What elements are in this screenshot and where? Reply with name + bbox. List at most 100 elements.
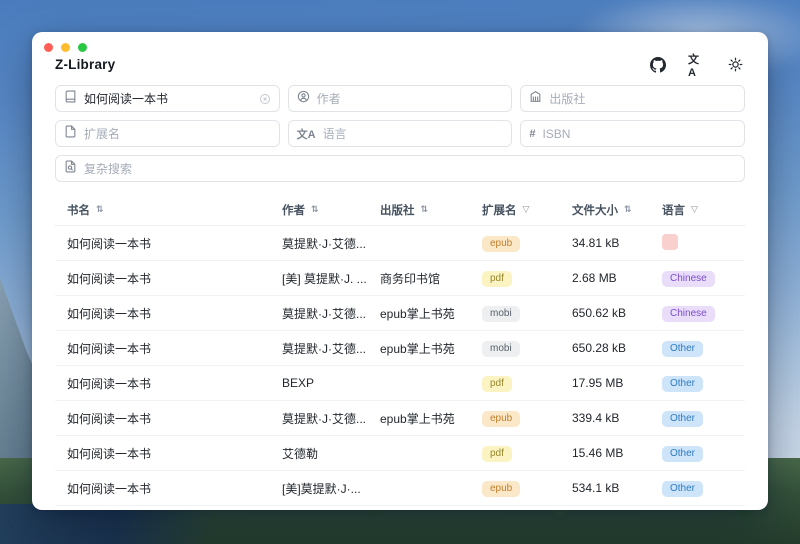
cell-extension: mobi bbox=[470, 305, 560, 322]
cell-filesize: 2.68 MB bbox=[572, 271, 617, 285]
cell-filesize: 17.95 MB bbox=[572, 376, 624, 390]
sort-icon[interactable]: ⇅ bbox=[624, 205, 632, 215]
column-header-extension[interactable]: 扩展名 ▽ bbox=[470, 202, 560, 218]
cell-filesize: 34.81 kB bbox=[572, 236, 620, 250]
cell-extension: pdf bbox=[470, 445, 560, 462]
extension-input[interactable] bbox=[84, 126, 271, 141]
table-row[interactable]: 如何阅读一本书 艾德勒 pdf 15.46 MB Other bbox=[55, 436, 745, 471]
language-badge: Other bbox=[662, 480, 704, 497]
cell-author: 莫提默·J·艾德... bbox=[282, 411, 366, 426]
cell-language: Other bbox=[650, 340, 745, 357]
cell-author: 艾德勒 bbox=[282, 446, 319, 461]
extension-badge: mobi bbox=[482, 340, 520, 357]
lake bbox=[0, 504, 210, 544]
column-header-publisher[interactable]: 出版社 ⇅ bbox=[368, 202, 470, 218]
language-field[interactable]: 文A bbox=[287, 120, 513, 147]
cell-title: 如何阅读一本书 bbox=[67, 446, 152, 461]
extension-badge: epub bbox=[482, 410, 521, 427]
language-badge: Chinese bbox=[662, 305, 715, 322]
extension-badge: mobi bbox=[482, 305, 520, 322]
filter-icon[interactable]: ▽ bbox=[691, 205, 698, 215]
cell-author: [美] 莫提默·J. ... bbox=[282, 271, 367, 286]
cell-filesize: 15.46 MB bbox=[572, 446, 624, 460]
table-row[interactable]: 如何阅读一本书BEXPpdf18.07 MBOther bbox=[55, 506, 745, 510]
github-icon[interactable] bbox=[649, 56, 666, 73]
language-badge: Other bbox=[662, 340, 704, 357]
cell-extension: epub bbox=[470, 235, 560, 252]
extension-field[interactable] bbox=[55, 120, 280, 147]
cell-author: 莫提默·J·艾德... bbox=[282, 306, 366, 321]
author-input[interactable] bbox=[316, 91, 504, 106]
table-row[interactable]: 如何阅读一本书 [美]莫提默·J·... epub 534.1 kB Other bbox=[55, 471, 745, 506]
file-search-icon bbox=[64, 160, 77, 178]
table-row[interactable]: 如何阅读一本书 莫提默·J·艾德... epub掌上书苑 mobi 650.62 kB C… bbox=[55, 296, 745, 331]
book-title-input[interactable] bbox=[84, 91, 252, 106]
language-icon: 文A bbox=[296, 128, 316, 141]
cell-extension: pdf bbox=[470, 270, 560, 287]
column-header-author[interactable]: 作者 ⇅ bbox=[270, 202, 368, 218]
theme-sun-icon[interactable] bbox=[727, 56, 744, 73]
column-header-language[interactable]: 语言 ▽ bbox=[650, 202, 745, 218]
cell-extension: mobi bbox=[470, 340, 560, 357]
cell-filesize: 534.1 kB bbox=[572, 481, 620, 495]
cell-author: BEXP bbox=[282, 376, 315, 390]
table-row[interactable]: 如何阅读一本书 [美] 莫提默·J. ... 商务印书馆 pdf 2.68 MB Chin… bbox=[55, 261, 745, 296]
extension-badge: epub bbox=[482, 480, 521, 497]
table-row[interactable]: 如何阅读一本书 BEXP pdf 17.95 MB Other bbox=[55, 366, 745, 401]
publisher-input[interactable] bbox=[549, 91, 736, 106]
table-row[interactable]: 如何阅读一本书 莫提默·J·艾德... epub掌上书苑 mobi 650.28 kB O… bbox=[55, 331, 745, 366]
language-badge bbox=[662, 233, 678, 250]
sort-icon[interactable]: ⇅ bbox=[421, 205, 429, 215]
book-icon bbox=[64, 90, 77, 108]
table-row[interactable]: 如何阅读一本书 莫提默·J·艾德... epub 34.81 kB bbox=[55, 226, 745, 261]
cell-language: Other bbox=[650, 410, 745, 427]
cell-title: 如何阅读一本书 bbox=[67, 271, 152, 286]
language-badge: Chinese bbox=[662, 270, 715, 287]
translate-icon[interactable]: 文A bbox=[688, 54, 705, 79]
file-icon bbox=[64, 125, 77, 143]
cell-extension: pdf bbox=[470, 375, 560, 392]
complex-search-input[interactable] bbox=[84, 161, 736, 176]
cell-extension: epub bbox=[470, 480, 560, 497]
isbn-input[interactable] bbox=[542, 126, 736, 141]
complex-search-field[interactable] bbox=[55, 155, 745, 182]
publisher-field[interactable] bbox=[520, 85, 745, 112]
sort-icon[interactable]: ⇅ bbox=[96, 205, 104, 215]
cell-author: [美]莫提默·J·... bbox=[282, 481, 361, 496]
author-field[interactable] bbox=[287, 85, 513, 112]
building-icon bbox=[529, 90, 542, 108]
extension-badge: pdf bbox=[482, 270, 512, 287]
close-window-button[interactable] bbox=[44, 43, 53, 52]
column-header-filesize[interactable]: 文件大小 ⇅ bbox=[560, 202, 650, 218]
author-icon bbox=[297, 90, 310, 108]
window-controls bbox=[32, 32, 768, 52]
cell-publisher: epub掌上书苑 bbox=[380, 306, 455, 321]
cell-filesize: 650.62 kB bbox=[572, 306, 627, 320]
cell-language: Chinese bbox=[650, 305, 745, 322]
sort-icon[interactable]: ⇅ bbox=[311, 205, 319, 215]
cell-language: Other bbox=[650, 375, 745, 392]
app-title: Z-Library bbox=[55, 57, 116, 72]
cell-title: 如何阅读一本书 bbox=[67, 481, 152, 496]
table-header-row: 书名 ⇅ 作者 ⇅ 出版社 ⇅ 扩展名 ▽ 文件大小 ⇅ 语言 ▽ bbox=[55, 194, 745, 226]
cell-publisher: 商务印书馆 bbox=[380, 271, 441, 286]
cell-filesize: 339.4 kB bbox=[572, 411, 620, 425]
cell-language bbox=[650, 233, 745, 253]
extension-badge: pdf bbox=[482, 375, 512, 392]
language-badge: Other bbox=[662, 410, 704, 427]
zoom-window-button[interactable] bbox=[78, 43, 87, 52]
minimize-window-button[interactable] bbox=[61, 43, 70, 52]
cell-language: Other bbox=[650, 445, 745, 462]
book-title-field[interactable] bbox=[55, 85, 280, 112]
clear-icon[interactable] bbox=[259, 93, 271, 105]
cell-author: 莫提默·J·艾德... bbox=[282, 341, 366, 356]
isbn-field[interactable]: # bbox=[520, 120, 745, 147]
table-row[interactable]: 如何阅读一本书 莫提默·J·艾德... epub掌上书苑 epub 339.4 kB Ot… bbox=[55, 401, 745, 436]
column-header-title[interactable]: 书名 ⇅ bbox=[55, 202, 270, 218]
filter-icon[interactable]: ▽ bbox=[523, 205, 530, 215]
search-panel: 文A # bbox=[32, 73, 768, 182]
language-input[interactable] bbox=[322, 126, 504, 141]
results-table: 书名 ⇅ 作者 ⇅ 出版社 ⇅ 扩展名 ▽ 文件大小 ⇅ 语言 ▽ 如何阅读一本书 莫提默·J… bbox=[32, 194, 768, 510]
language-badge: Other bbox=[662, 445, 704, 462]
hash-icon: # bbox=[529, 127, 536, 140]
